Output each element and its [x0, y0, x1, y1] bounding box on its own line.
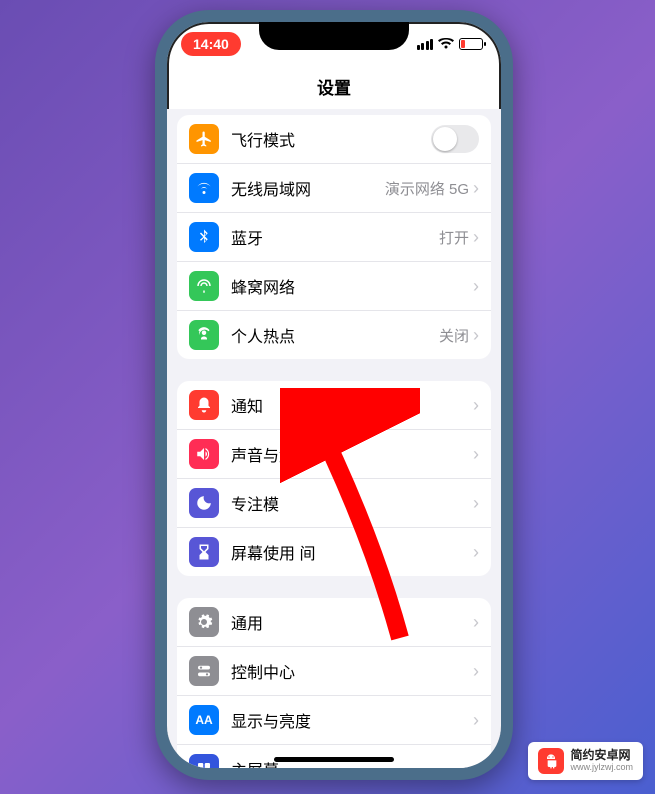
status-time: 14:40: [181, 32, 241, 56]
row-display[interactable]: AA 显示与亮度 ›: [177, 696, 491, 745]
phone-frame: 14:40 设置 飞行模式 无线局域网 演示网络 5G: [155, 10, 513, 780]
battery-icon: [459, 38, 483, 50]
bluetooth-icon: [189, 222, 219, 252]
chevron-right-icon: ›: [473, 661, 479, 682]
grid-icon: [189, 754, 219, 775]
row-label: 无线局域网: [231, 176, 385, 200]
status-icons: [417, 38, 484, 50]
text-size-icon: AA: [189, 705, 219, 735]
row-screentime[interactable]: 屏幕使用 间 ›: [177, 528, 491, 576]
row-control-center[interactable]: 控制中心 ›: [177, 647, 491, 696]
row-focus[interactable]: 专注模 ›: [177, 479, 491, 528]
chevron-right-icon: ›: [473, 178, 479, 199]
row-bluetooth[interactable]: 蓝牙 打开 ›: [177, 213, 491, 262]
row-hotspot[interactable]: 个人热点 关闭 ›: [177, 311, 491, 359]
watermark: 简约安卓网 www.jylzwj.com: [528, 742, 643, 780]
chevron-right-icon: ›: [473, 444, 479, 465]
row-label: 专注模: [231, 491, 473, 515]
row-general[interactable]: 通用 ›: [177, 598, 491, 647]
row-detail: 关闭: [439, 325, 469, 346]
row-notifications[interactable]: 通知 ›: [177, 381, 491, 430]
wifi-icon: [189, 173, 219, 203]
row-label: 屏幕使用 间: [231, 540, 473, 564]
row-label: 个人热点: [231, 323, 439, 347]
home-indicator[interactable]: [274, 757, 394, 762]
sound-icon: [189, 439, 219, 469]
chevron-right-icon: ›: [473, 325, 479, 346]
cellular-icon: [189, 271, 219, 301]
row-label: 飞行模式: [231, 127, 431, 151]
row-detail: 打开: [439, 227, 469, 248]
settings-group-notifications: 通知 › 声音与触感 › 专注模 › 屏幕使用: [177, 381, 491, 576]
row-label: 蜂窝网络: [231, 274, 473, 298]
row-detail: 演示网络 5G: [385, 178, 469, 199]
moon-icon: [189, 488, 219, 518]
cellular-signal-icon: [417, 39, 434, 50]
row-airplane-mode[interactable]: 飞行模式: [177, 115, 491, 164]
row-label: 显示与亮度: [231, 708, 473, 732]
notch: [259, 20, 409, 50]
settings-group-connectivity: 飞行模式 无线局域网 演示网络 5G › 蓝牙 打开 ›: [177, 115, 491, 359]
watermark-title: 简约安卓网: [570, 749, 633, 762]
chevron-right-icon: ›: [473, 710, 479, 731]
chevron-right-icon: ›: [473, 759, 479, 776]
switches-icon: [189, 656, 219, 686]
page-title: 设置: [167, 66, 501, 109]
android-icon: [538, 748, 564, 774]
chevron-right-icon: ›: [473, 612, 479, 633]
row-label: 通用: [231, 610, 473, 634]
bell-icon: [189, 390, 219, 420]
row-sounds[interactable]: 声音与触感 ›: [177, 430, 491, 479]
watermark-url: www.jylzwj.com: [570, 763, 633, 773]
airplane-toggle[interactable]: [431, 125, 479, 153]
row-label: 通知: [231, 393, 473, 417]
wifi-icon: [438, 38, 454, 50]
row-label: 蓝牙: [231, 225, 439, 249]
row-cellular[interactable]: 蜂窝网络 ›: [177, 262, 491, 311]
hourglass-icon: [189, 537, 219, 567]
row-wifi[interactable]: 无线局域网 演示网络 5G ›: [177, 164, 491, 213]
hotspot-icon: [189, 320, 219, 350]
row-label: 控制中心: [231, 659, 473, 683]
chevron-right-icon: ›: [473, 493, 479, 514]
chevron-right-icon: ›: [473, 276, 479, 297]
settings-group-general: 通用 › 控制中心 › AA 显示与亮度 › 主: [177, 598, 491, 775]
row-label: 声音与触感: [231, 442, 473, 466]
chevron-right-icon: ›: [473, 395, 479, 416]
chevron-right-icon: ›: [473, 542, 479, 563]
settings-content: 飞行模式 无线局域网 演示网络 5G › 蓝牙 打开 ›: [167, 109, 501, 775]
airplane-icon: [189, 124, 219, 154]
chevron-right-icon: ›: [473, 227, 479, 248]
gear-icon: [189, 607, 219, 637]
